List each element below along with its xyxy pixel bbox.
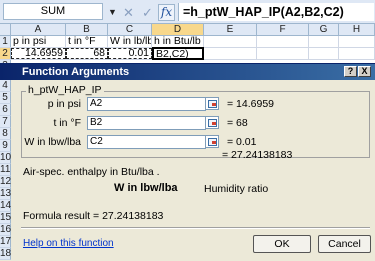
row-header[interactable]: 15 <box>0 212 11 224</box>
function-name-label: h_ptW_HAP_IP <box>26 84 104 96</box>
formula-buttons: ✕ ✓ fx <box>120 3 175 21</box>
arg-input-p[interactable]: A2 <box>87 97 206 111</box>
argument-help-name: W in lbw/lba <box>114 182 178 194</box>
cell-a1[interactable]: p in psi <box>11 36 66 47</box>
collapse-dialog-icon[interactable] <box>205 116 219 129</box>
cell-h2[interactable] <box>339 48 375 59</box>
arg-value-w: = 0.01 <box>227 136 257 148</box>
row-header[interactable]: 16 <box>0 224 11 236</box>
formula-bar: SUM ▼ ✕ ✓ fx =h_ptW_HAP_IP(A2,B2,C2) <box>0 0 375 24</box>
row-header[interactable]: 1 <box>0 36 11 47</box>
row-header[interactable]: 10 <box>0 152 11 164</box>
row-header[interactable]: 4 <box>0 80 11 92</box>
help-icon[interactable]: ? <box>344 66 357 77</box>
cell-g1[interactable] <box>309 36 339 47</box>
column-header[interactable]: E <box>204 24 257 36</box>
function-description: Air-spec. enthalpy in Btu/lba . <box>23 166 160 178</box>
arg-label-t: t in °F <box>53 117 81 129</box>
row-header[interactable]: 14 <box>0 200 11 212</box>
row-header[interactable]: 9 <box>0 140 11 152</box>
collapse-dialog-icon[interactable] <box>205 135 219 148</box>
name-box[interactable]: SUM <box>3 3 103 20</box>
row-header[interactable]: 2 <box>0 48 11 59</box>
enter-formula-button[interactable]: ✓ <box>139 4 156 21</box>
column-header[interactable]: F <box>257 24 309 36</box>
column-headers: A B C D E F G H <box>0 24 375 36</box>
column-header[interactable]: C <box>108 24 152 36</box>
row-header[interactable]: 5 <box>0 92 11 104</box>
column-header[interactable]: G <box>309 24 339 36</box>
cell-e1[interactable] <box>204 36 257 47</box>
arg-input-t[interactable]: B2 <box>87 116 206 130</box>
row-header[interactable]: 11 <box>0 164 11 176</box>
arg-label-p: p in psi <box>47 98 81 110</box>
formula-input[interactable]: =h_ptW_HAP_IP(A2,B2,C2) <box>178 3 374 21</box>
cell-e2[interactable] <box>204 48 257 59</box>
cell-f1[interactable] <box>257 36 309 47</box>
cell-a2[interactable]: 14.6959 <box>11 48 66 59</box>
column-header[interactable]: B <box>66 24 108 36</box>
row-header[interactable]: 12 <box>0 176 11 188</box>
result-preview: = 27.24138183 <box>222 149 293 161</box>
column-header[interactable]: A <box>11 24 66 36</box>
close-icon[interactable]: X <box>358 66 371 77</box>
cell-d2-editing[interactable]: B2,C2) <box>152 47 204 60</box>
insert-function-button[interactable]: fx <box>158 3 175 21</box>
formula-result: Formula result = 27.24138183 <box>23 210 164 222</box>
row-header[interactable]: 13 <box>0 188 11 200</box>
table-row: 2 14.6959 68 0.01 B2,C2) <box>0 47 375 60</box>
column-header[interactable]: H <box>339 24 375 36</box>
cell-f2[interactable] <box>257 48 309 59</box>
row-header[interactable]: 17 <box>0 236 11 248</box>
cell-b2[interactable]: 68 <box>66 48 108 59</box>
row-header[interactable]: 6 <box>0 104 11 116</box>
divider <box>21 227 370 229</box>
cell-c1[interactable]: W in lb/lb <box>108 36 152 47</box>
cell-h1[interactable] <box>339 36 375 47</box>
cell-d1[interactable]: h in Btu/lb <box>152 36 204 47</box>
function-arguments-dialog: Function Arguments ? X 4 5 6 7 8 9 10 11… <box>0 63 375 261</box>
dialog-title[interactable]: Function Arguments <box>0 64 375 80</box>
cancel-button[interactable]: Cancel <box>318 235 371 253</box>
cell-g2[interactable] <box>309 48 339 59</box>
cell-b1[interactable]: t in °F <box>66 36 108 47</box>
cancel-formula-button[interactable]: ✕ <box>120 4 137 21</box>
arg-value-t: = 68 <box>227 117 248 129</box>
row-header[interactable]: 7 <box>0 116 11 128</box>
arg-value-p: = 14.6959 <box>227 98 275 110</box>
cell-c2[interactable]: 0.01 <box>108 48 152 59</box>
arg-input-w[interactable]: C2 <box>87 135 206 149</box>
row-header[interactable]: 18 <box>0 248 11 260</box>
select-all-corner[interactable] <box>0 24 11 36</box>
name-box-dropdown-icon[interactable]: ▼ <box>108 7 117 17</box>
ok-button[interactable]: OK <box>253 235 311 253</box>
argument-help-text: Humidity ratio <box>204 183 269 195</box>
help-link[interactable]: Help on this function <box>23 238 114 249</box>
column-header[interactable]: D <box>152 24 204 36</box>
arg-label-w: W in lbw/lba <box>24 136 81 148</box>
row-header[interactable]: 8 <box>0 128 11 140</box>
collapse-dialog-icon[interactable] <box>205 97 219 110</box>
